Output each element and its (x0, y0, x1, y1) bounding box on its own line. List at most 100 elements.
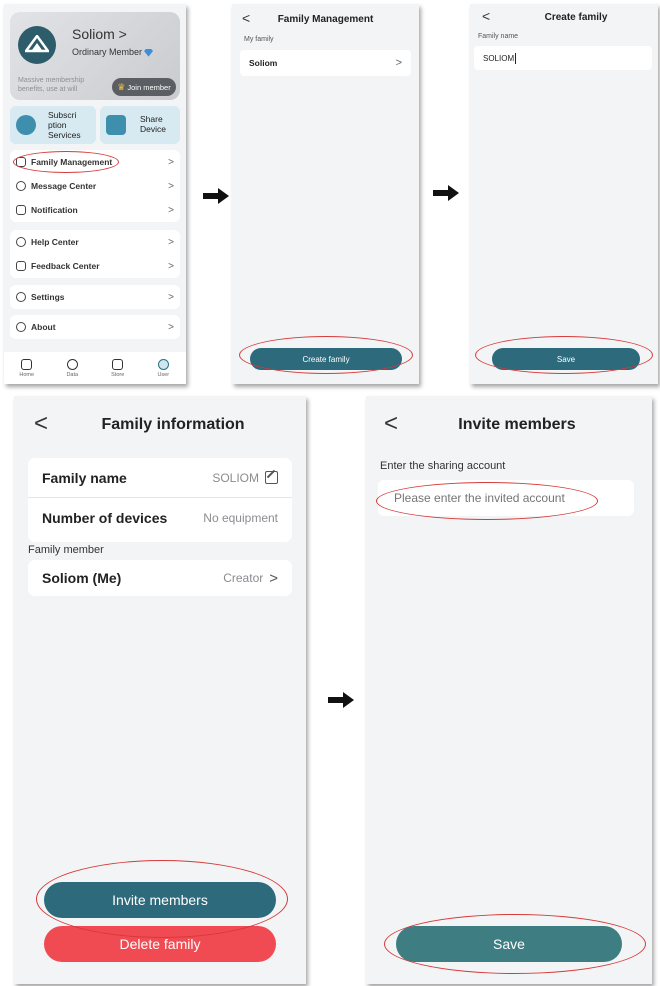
profile-screen: Soliom > Ordinary Member Massive members… (4, 4, 186, 384)
chevron-right-icon: > (168, 180, 174, 192)
menu-item-family-management[interactable]: Family Management > (10, 150, 180, 174)
user-name[interactable]: Soliom > (72, 26, 127, 42)
family-name-label: Family name (42, 469, 127, 486)
chevron-right-icon: > (269, 569, 278, 587)
menu-group-family: Family Management > Message Center > Notif… (10, 150, 180, 222)
menu-item-help-center[interactable]: Help Center > (10, 230, 180, 254)
family-name-input[interactable]: SOLIOM (474, 46, 652, 70)
tab-label: User (157, 371, 170, 378)
sharing-account-label: Enter the sharing account (380, 460, 506, 472)
menu-label: Settings (31, 292, 65, 302)
user-tab-icon (157, 358, 169, 370)
menu-label: Help Center (31, 237, 79, 247)
save-button[interactable]: Save (492, 348, 640, 370)
member-level: Ordinary Member (72, 47, 154, 57)
menu-label: Notification (31, 205, 78, 215)
menu-label: Feedback Center (31, 261, 100, 271)
family-name-label: Family name (478, 33, 519, 40)
invite-members-button[interactable]: Invite members (44, 882, 276, 918)
family-management-screen: < Family Management My family Soliom > C… (232, 4, 419, 384)
chevron-right-icon: > (168, 291, 174, 303)
member-row[interactable]: Soliom (Me) Creator > (28, 560, 292, 596)
menu-group-about: About > (10, 315, 180, 339)
home-tab-icon (21, 358, 33, 370)
member-level-text: Ordinary Member (72, 47, 143, 57)
save-button[interactable]: Save (396, 926, 622, 962)
menu-item-message-center[interactable]: Message Center > (10, 174, 180, 198)
chevron-right-icon: > (168, 204, 174, 216)
page-title: Family information (101, 416, 245, 433)
text-cursor (515, 52, 517, 64)
bottom-tab-bar: Home Data Store User (4, 352, 186, 384)
gear-icon (16, 292, 26, 302)
flow-arrow-icon (328, 692, 354, 708)
member-role: Creator (223, 571, 264, 585)
flow-arrow-icon (203, 188, 229, 204)
menu-label: About (31, 322, 56, 332)
section-label: My family (244, 36, 274, 43)
tab-home[interactable]: Home (4, 352, 50, 384)
invite-members-screen: < Invite members Enter the sharing accou… (366, 396, 652, 984)
member-role-wrap: Creator > (223, 570, 278, 587)
page-title: Invite members (458, 416, 576, 433)
member-row-content: Soliom (Me) Creator > (28, 560, 292, 596)
tab-user[interactable]: User (141, 352, 187, 384)
family-information-screen: < Family information Family name SOLIOM … (14, 396, 306, 984)
menu-item-about[interactable]: About > (10, 315, 180, 339)
diamond-icon (144, 48, 154, 57)
membership-card: Soliom > Ordinary Member Massive members… (10, 12, 180, 100)
page-title: Create family (544, 12, 608, 23)
family-name-value: SOLIOM (212, 470, 259, 485)
share-device-tile[interactable]: Share Device (100, 106, 180, 144)
devices-label: Number of devices (42, 510, 168, 526)
join-member-button[interactable]: ♛ Join member (112, 78, 176, 96)
subscription-services-tile[interactable]: Subscri ption Services (10, 106, 96, 144)
bag-tab-icon (112, 358, 124, 370)
benefit-text: Massive membership benefits, use at will (18, 77, 85, 93)
chevron-right-icon: > (168, 156, 174, 168)
family-name: Soliom (249, 58, 278, 68)
invited-account-input[interactable] (378, 480, 634, 516)
chevron-right-icon: > (395, 57, 402, 69)
home-icon (16, 157, 26, 167)
delete-family-button[interactable]: Delete family (44, 926, 276, 962)
menu-item-settings[interactable]: Settings > (10, 285, 180, 309)
chevron-right-icon: > (168, 260, 174, 272)
family-name-row[interactable]: Family name SOLIOM (28, 458, 292, 498)
edit-icon[interactable] (265, 471, 278, 484)
info-icon (16, 322, 26, 332)
menu-item-feedback-center[interactable]: Feedback Center > (10, 254, 180, 278)
member-name: Soliom (Me) (42, 570, 122, 586)
family-list-item[interactable]: Soliom > (240, 50, 411, 76)
tab-store[interactable]: Store (95, 352, 141, 384)
subscription-icon (16, 115, 36, 135)
family-info-card: Family name SOLIOM Number of devices No … (28, 458, 292, 542)
family-name-value: SOLIOM (483, 53, 515, 63)
menu-label: Family Management (31, 157, 113, 167)
menu-group-help: Help Center > Feedback Center > (10, 230, 180, 278)
flow-arrow-icon (433, 185, 459, 201)
menu-label: Message Center (31, 181, 97, 191)
devices-value: No equipment (203, 511, 278, 525)
chart-tab-icon (66, 358, 78, 370)
chevron-right-icon: > (168, 321, 174, 333)
menu-item-notification[interactable]: Notification > (10, 198, 180, 222)
devices-row: Number of devices No equipment (28, 498, 292, 538)
share-device-icon (106, 115, 126, 135)
family-member-section-label: Family member (28, 544, 104, 556)
page-title: Family Management (277, 14, 374, 25)
family-name-value-wrap: SOLIOM (212, 471, 278, 485)
subscription-label: Subscri ption Services (48, 110, 81, 140)
message-icon (16, 181, 26, 191)
tab-data[interactable]: Data (50, 352, 96, 384)
create-family-button[interactable]: Create family (250, 348, 402, 370)
feedback-icon (16, 261, 26, 271)
menu-group-settings: Settings > (10, 285, 180, 309)
crown-icon: ♛ (117, 81, 126, 92)
tab-label: Data (66, 371, 79, 378)
bell-icon (16, 205, 26, 215)
soliom-logo (18, 26, 56, 64)
share-device-label: Share Device (140, 114, 166, 134)
join-member-label: Join member (127, 82, 171, 92)
chevron-right-icon: > (168, 236, 174, 248)
